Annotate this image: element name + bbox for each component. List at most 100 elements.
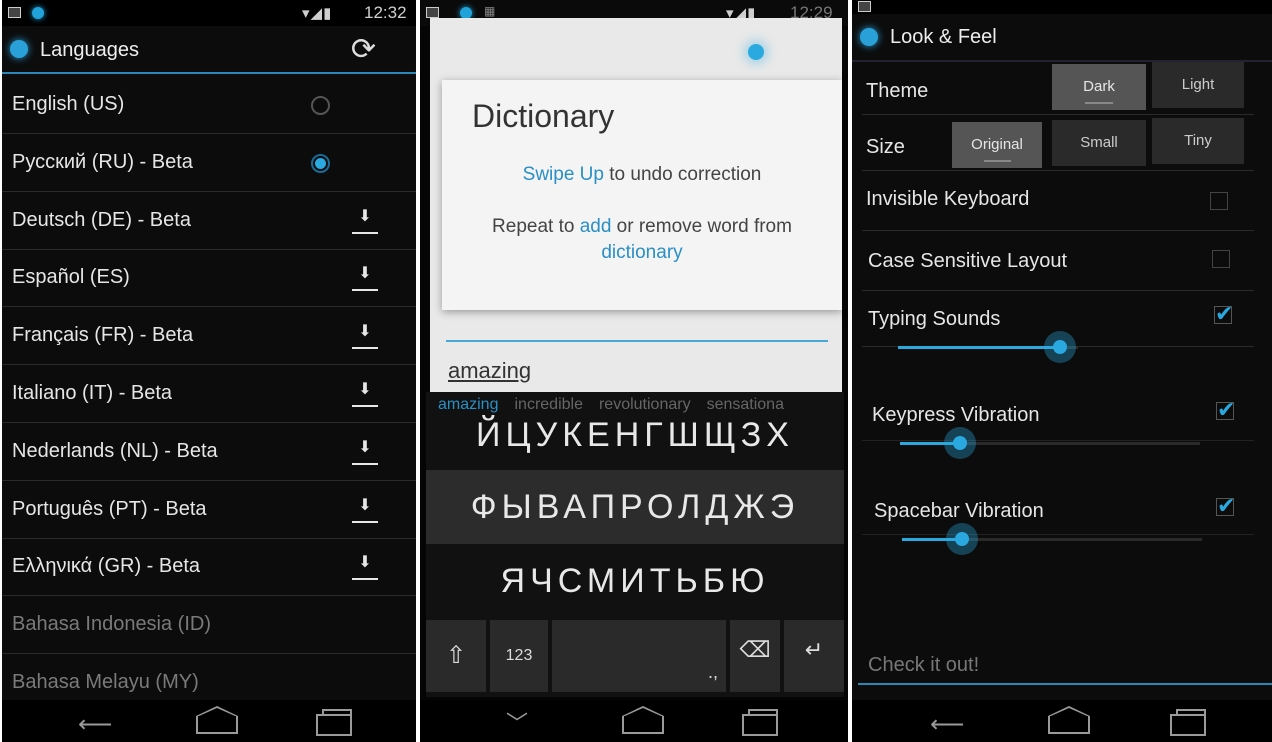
download-icon[interactable]: ⬇ <box>352 552 378 581</box>
language-label: Bahasa Melayu (MY) <box>12 671 199 693</box>
backspace-key[interactable]: ⌫ <box>730 620 780 692</box>
slider-thumb[interactable] <box>946 523 978 555</box>
image-notification-icon <box>8 7 21 18</box>
hide-keyboard-icon[interactable]: ﹀ <box>506 706 528 738</box>
app-icon[interactable] <box>860 28 878 46</box>
keypress-vibration-label: Keypress Vibration <box>872 404 1040 426</box>
app-icon[interactable] <box>10 40 28 58</box>
recent-apps-icon[interactable] <box>742 709 778 736</box>
size-original-option[interactable]: Original <box>952 122 1042 168</box>
add-link: add <box>579 216 612 237</box>
slider-thumb[interactable] <box>944 427 976 459</box>
home-icon[interactable] <box>196 706 238 734</box>
keypress-vibration-checkbox[interactable] <box>1216 397 1235 423</box>
language-row[interactable]: Français (FR) - Beta ⬇ <box>2 307 416 366</box>
key-row-2[interactable]: ФЫВАПРОЛДЖЭ <box>426 470 844 544</box>
typing-sounds-slider[interactable] <box>898 331 1078 363</box>
language-row[interactable]: Italiano (IT) - Beta ⬇ <box>2 365 416 423</box>
language-radio[interactable] <box>311 153 330 173</box>
swipe-up-text: to undo correction <box>603 164 762 185</box>
language-row[interactable]: English (US) <box>2 76 416 134</box>
download-icon[interactable]: ⬇ <box>352 321 378 350</box>
recent-apps-icon[interactable] <box>316 709 352 736</box>
shift-key[interactable]: ⇧ <box>426 620 486 692</box>
slider-thumb[interactable] <box>1044 331 1076 363</box>
image-notification-icon <box>426 7 439 18</box>
recent-apps-icon[interactable] <box>1170 709 1206 736</box>
text-input[interactable]: amazing <box>448 358 531 384</box>
language-row[interactable]: Ελληνικά (GR) - Beta ⬇ <box>2 538 416 597</box>
key-row-1[interactable]: ЙЦУКЕНГШЩЗХ <box>426 398 844 472</box>
spacebar-vibration-row: Spacebar Vibration <box>862 480 1254 535</box>
invisible-keyboard-row[interactable]: Invisible Keyboard <box>862 172 1254 231</box>
page-title: Languages <box>40 39 139 61</box>
language-label: Bahasa Indonesia (ID) <box>12 613 212 636</box>
keyboard-notification-icon: ▦ <box>484 4 496 18</box>
language-label: Русский (RU) - Beta <box>12 150 193 173</box>
signal-icon: ▾◢▮ <box>302 5 333 22</box>
keypress-vibration-slider[interactable] <box>900 427 1200 459</box>
add-word-text-mid: or remove word from <box>611 216 792 237</box>
language-label: English (US) <box>12 93 125 115</box>
language-row[interactable]: Português (PT) - Beta ⬇ <box>2 481 416 539</box>
refresh-icon[interactable]: ⟳ <box>351 32 376 67</box>
preview-input-underline <box>858 683 1272 685</box>
typing-sounds-label: Typing Sounds <box>868 308 1001 330</box>
download-icon[interactable]: ⬇ <box>352 437 378 465</box>
app-content: Dictionary Swipe Up to undo correction R… <box>430 18 842 398</box>
language-label: Italiano (IT) - Beta <box>12 382 173 404</box>
language-label: Español (ES) <box>12 266 130 289</box>
navigation-bar: ⟵ <box>852 700 1272 742</box>
spacebar-vibration-checkbox[interactable] <box>1216 493 1235 519</box>
language-label: Nederlands (NL) - Beta <box>12 439 218 462</box>
numbers-key[interactable]: 123 <box>490 620 548 692</box>
action-bar: Languages ⟳ <box>2 28 416 74</box>
navigation-bar: ⟵ <box>2 700 416 742</box>
case-sensitive-checkbox[interactable] <box>1212 250 1230 268</box>
keyboard: amazing incredible revolutionary sensationa… <box>426 392 844 697</box>
look-and-feel-screen: Look & Feel Theme Dark Light Size Origin… <box>852 0 1272 742</box>
language-row[interactable]: Русский (RU) - Beta <box>2 134 416 192</box>
languages-screen: ▾◢▮ 12:32 Languages ⟳ English (US) Русски… <box>2 0 416 742</box>
download-icon[interactable]: ⬇ <box>352 206 378 234</box>
download-icon[interactable]: ⬇ <box>352 495 378 523</box>
invisible-keyboard-checkbox[interactable] <box>1210 192 1228 210</box>
spacebar-vibration-label: Spacebar Vibration <box>874 500 1044 522</box>
language-radio[interactable] <box>311 96 330 115</box>
download-icon[interactable]: ⬇ <box>352 379 378 407</box>
preview-input[interactable]: Check it out! <box>868 654 979 677</box>
language-row[interactable]: Español (ES) ⬇ <box>2 249 416 308</box>
add-word-text-pre: Repeat to <box>492 216 580 237</box>
size-label: Size <box>866 136 905 158</box>
add-word-hint: Repeat to add or remove word from diction… <box>442 214 842 266</box>
theme-row: Theme Dark Light <box>862 60 1254 115</box>
theme-label: Theme <box>866 80 929 102</box>
language-row[interactable]: Nederlands (NL) - Beta ⬇ <box>2 423 416 481</box>
home-icon[interactable] <box>1048 706 1090 734</box>
language-label: Ελληνικά (GR) - Beta <box>12 555 201 578</box>
spacebar-vibration-slider[interactable] <box>902 523 1202 555</box>
back-icon[interactable]: ⟵ <box>78 710 112 739</box>
app-notification-icon <box>32 7 44 19</box>
keyboard-screen: ▦ ▾◢▮ 12:29 Dictionary Swipe Up to undo … <box>420 0 848 742</box>
language-label: Deutsch (DE) - Beta <box>12 208 191 231</box>
dialog-title: Dictionary <box>472 98 615 134</box>
typing-sounds-checkbox[interactable] <box>1214 301 1233 327</box>
back-icon[interactable]: ⟵ <box>930 710 964 739</box>
size-small-option[interactable]: Small <box>1052 120 1146 166</box>
language-label: Français (FR) - Beta <box>12 324 194 347</box>
language-row[interactable]: Bahasa Indonesia (ID) <box>2 596 416 655</box>
home-icon[interactable] <box>622 706 664 734</box>
action-bar: Look & Feel <box>852 14 1272 62</box>
download-icon[interactable]: ⬇ <box>352 263 378 292</box>
enter-key[interactable]: ↵ <box>784 620 844 692</box>
key-row-3[interactable]: ЯЧСМИТЬБЮ <box>426 544 844 618</box>
status-time: 12:32 <box>364 3 407 22</box>
language-row[interactable]: Deutsch (DE) - Beta ⬇ <box>2 192 416 250</box>
theme-dark-option[interactable]: Dark <box>1052 64 1146 110</box>
keypress-vibration-row: Keypress Vibration <box>862 386 1254 441</box>
space-key[interactable]: ., <box>552 620 726 692</box>
case-sensitive-row[interactable]: Case Sensitive Layout <box>862 232 1254 291</box>
theme-light-option[interactable]: Light <box>1152 62 1244 108</box>
size-tiny-option[interactable]: Tiny <box>1152 118 1244 164</box>
